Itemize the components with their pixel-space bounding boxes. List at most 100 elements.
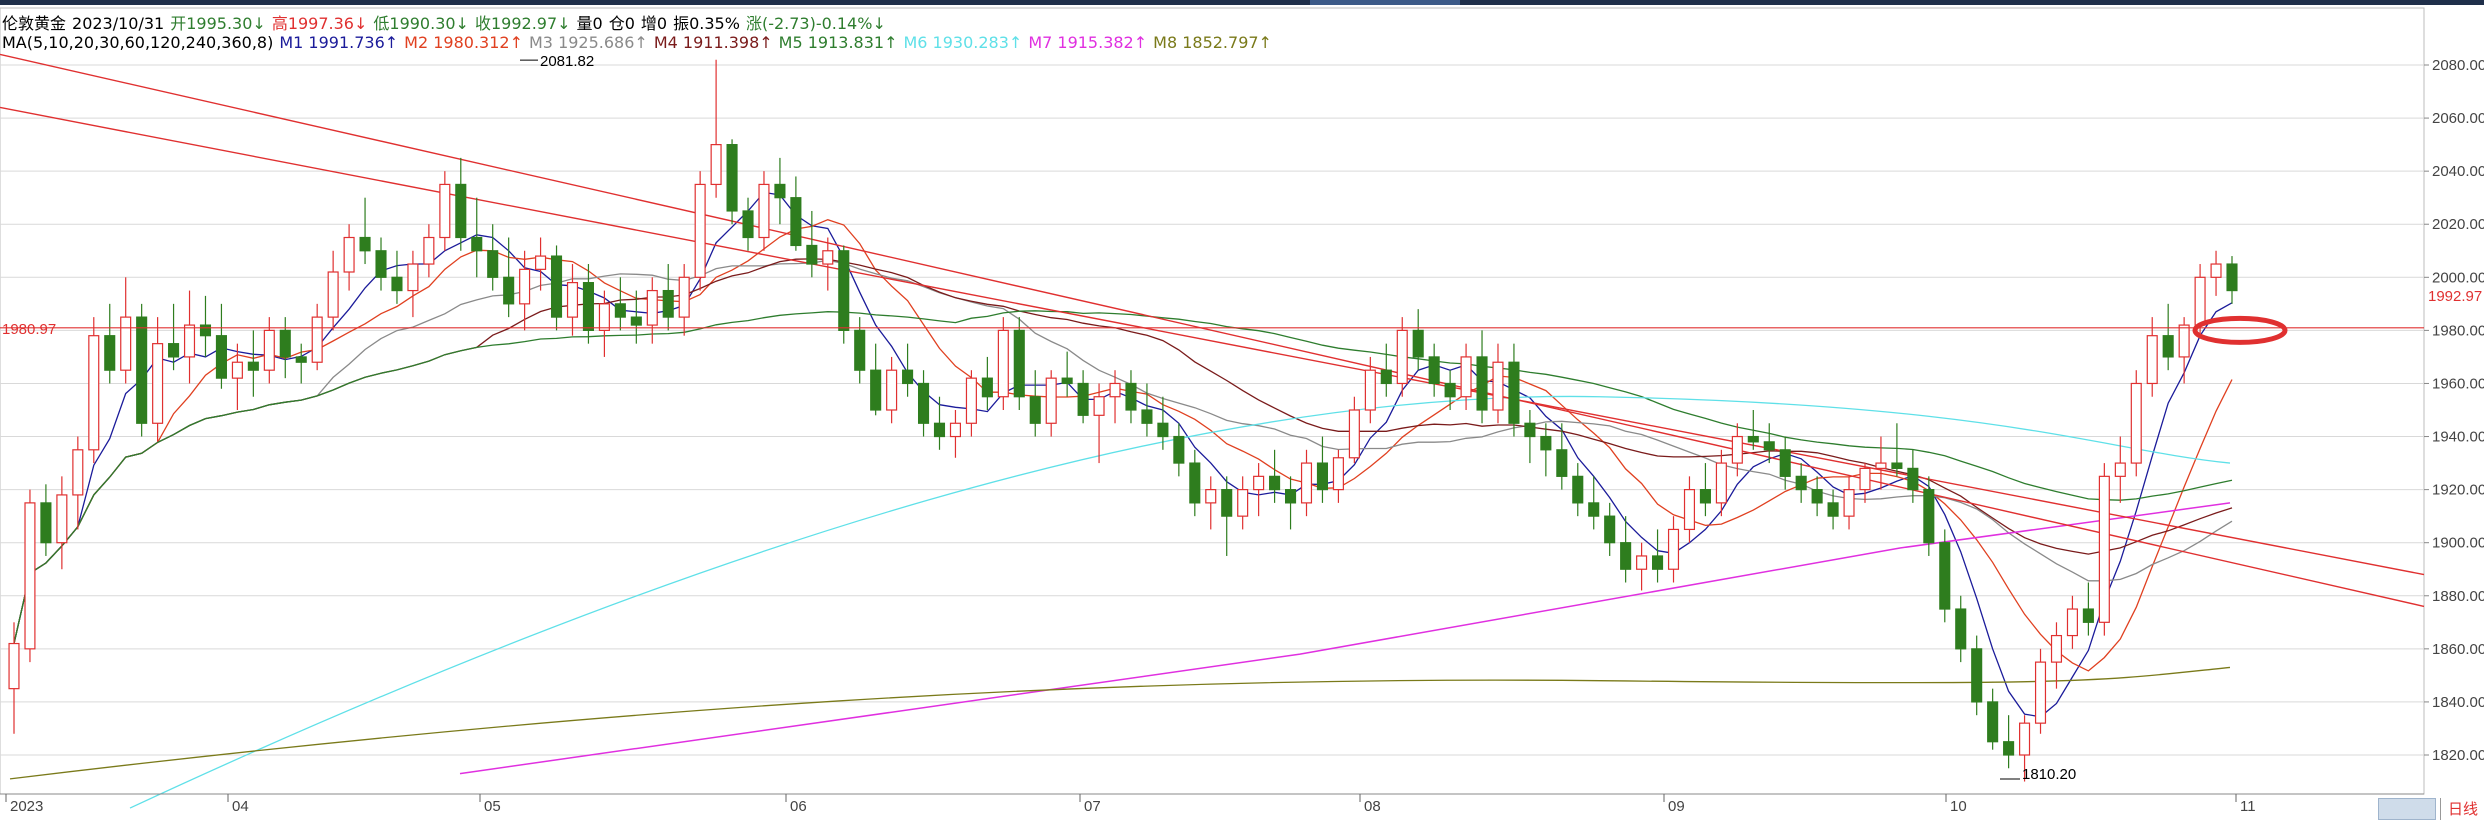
y-tick-label: 2060.00	[2432, 110, 2484, 127]
x-tick-label: 09	[1668, 798, 1685, 815]
ma-line	[13, 258, 2233, 644]
candle-body	[710, 144, 722, 186]
candle-body	[1077, 382, 1089, 416]
candle-body	[646, 289, 658, 326]
candle-body	[2146, 335, 2158, 385]
candle-body	[2226, 263, 2238, 292]
candle-body	[2130, 382, 2142, 464]
candle-body	[1189, 462, 1201, 504]
candle-body	[247, 361, 259, 371]
candle-body	[1412, 329, 1424, 358]
low-label: 1810.20	[2022, 766, 2076, 783]
candle-body	[1572, 475, 1584, 504]
candle-body	[2082, 608, 2094, 623]
candle-body	[56, 494, 68, 544]
candle-body	[2098, 475, 2110, 623]
candle-body	[678, 276, 690, 318]
candle-body	[1460, 356, 1472, 398]
candle-body	[1157, 422, 1169, 438]
candlestick-chart[interactable]: 2080.002060.002040.002020.002000.001980.…	[0, 0, 2484, 822]
y-tick-label: 1840.00	[2432, 694, 2484, 711]
candle-body	[1332, 457, 1344, 491]
candle-body	[295, 356, 307, 363]
candle-body	[215, 335, 227, 379]
x-tick-label: 2023	[10, 798, 43, 815]
candle-body	[1269, 475, 1281, 491]
candle-body	[774, 183, 786, 199]
ma-line	[13, 259, 2233, 644]
candle-body	[2066, 608, 2078, 637]
y-tick-label: 2000.00	[2432, 269, 2484, 286]
candle-body	[1476, 356, 1488, 411]
candle-body	[1763, 441, 1775, 451]
candle-body	[1971, 648, 1983, 703]
candle-body	[375, 250, 387, 278]
x-tick-label: 11	[2240, 798, 2256, 815]
candle-body	[88, 335, 100, 451]
candle-body	[2162, 335, 2174, 358]
x-tick-label: 05	[484, 798, 501, 815]
x-tick-label: 08	[1364, 798, 1381, 815]
candle-body	[1125, 382, 1137, 411]
candle-body	[120, 316, 132, 371]
candle-body	[1795, 475, 1807, 491]
candle-body	[1540, 435, 1552, 451]
candle-body	[455, 183, 467, 239]
candle-body	[1285, 489, 1297, 504]
candle-body	[758, 183, 770, 239]
candle-body	[1923, 489, 1935, 544]
y-tick-label: 1940.00	[2432, 429, 2484, 446]
candle-body	[1428, 356, 1440, 385]
candle-body	[694, 183, 706, 278]
candles	[8, 59, 2238, 782]
candle-body	[1683, 489, 1696, 531]
y-tick-label: 2020.00	[2432, 216, 2484, 233]
candle-body	[2194, 276, 2206, 326]
candle-body	[2050, 634, 2063, 663]
candle-body	[870, 369, 882, 411]
candle-body	[886, 369, 898, 411]
candle-body	[598, 303, 610, 331]
y-tick-label: 1960.00	[2432, 375, 2484, 392]
y-tick-label: 1820.00	[2432, 747, 2484, 764]
candle-body	[24, 502, 36, 650]
candle-body	[471, 236, 483, 252]
candle-body	[231, 361, 243, 379]
candle-body	[1875, 462, 1887, 469]
candle-body	[1667, 528, 1680, 570]
candle-body	[1827, 502, 1839, 517]
candle-body	[1747, 435, 1759, 443]
candle-body	[1779, 449, 1791, 477]
candle-body	[1316, 462, 1329, 491]
candle-body	[40, 502, 52, 544]
candle-body	[423, 236, 435, 265]
horizontal-line-label: 1980.97	[2, 321, 56, 338]
candle-body	[1907, 467, 1919, 491]
candle-body	[1939, 542, 1951, 610]
candle-body	[1348, 409, 1360, 459]
trend-line-lower	[0, 106, 2425, 576]
candle-body	[487, 250, 499, 278]
candle-body	[1843, 489, 1855, 517]
scrollbar-thumb[interactable]	[2378, 798, 2436, 820]
candle-body	[1731, 435, 1743, 464]
candle-body	[582, 282, 594, 331]
candle-body	[1715, 462, 1727, 504]
current-price-label: 1992.97	[2428, 288, 2482, 305]
y-tick-label: 1980.00	[2432, 322, 2484, 339]
candle-body	[997, 329, 1009, 398]
candle-body	[1811, 489, 1823, 504]
candle-body	[1652, 555, 1664, 570]
candle-body	[965, 377, 977, 424]
x-tick-label: 07	[1084, 798, 1101, 815]
candle-body	[1492, 361, 1504, 411]
candle-body	[503, 276, 515, 305]
candle-body	[1093, 396, 1105, 416]
period-daily-button[interactable]: 日线	[2440, 798, 2484, 820]
candle-body	[1636, 555, 1648, 570]
candle-body	[1508, 361, 1520, 424]
candle-body	[1380, 369, 1392, 385]
candle-body	[136, 316, 148, 424]
candle-body	[1604, 515, 1616, 544]
candle-body	[183, 324, 196, 358]
